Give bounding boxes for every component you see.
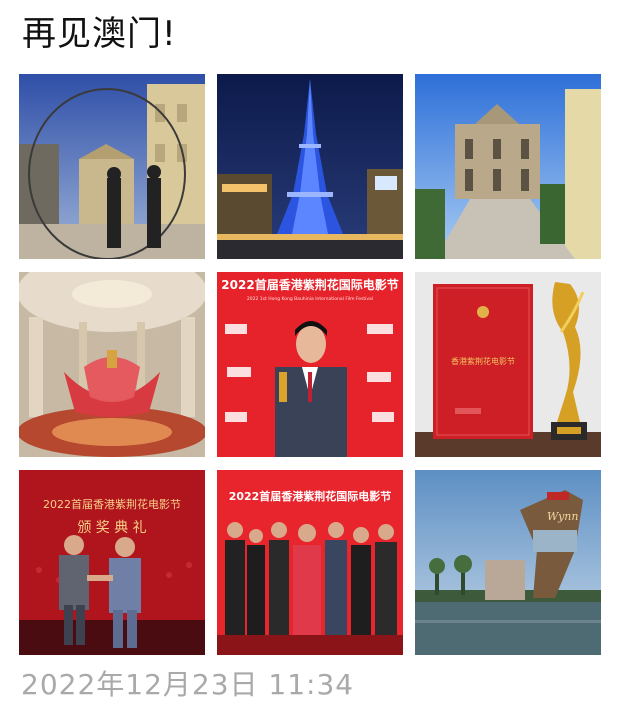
photo-award-group[interactable]: 2022首届香港紫荆花国际电影节	[217, 470, 403, 655]
award-banner-text: 2022首届香港紫荆花国际电影节	[221, 277, 398, 292]
photo-eiffel-tower-night[interactable]	[217, 74, 403, 259]
photo-certificate-trophy[interactable]: 香港紫荆花电影节	[415, 272, 601, 457]
stage-banner-text: 2022首届香港紫荆花电影节	[43, 497, 181, 511]
photo-award-man-red-backdrop[interactable]: 2022首届香港紫荆花国际电影节 2022 1st Hong Kong Bauh…	[217, 272, 403, 457]
post-timestamp: 2022年12月23日 11:34	[21, 668, 355, 701]
photo-award-handshake-stage[interactable]: 2022首届香港紫荆花电影节 颁 奖 典 礼	[19, 470, 205, 655]
certificate-text: 香港紫荆花电影节	[451, 356, 515, 366]
photo-silhouette-arch[interactable]	[19, 74, 205, 259]
stage-caption-text: 颁 奖 典 礼	[77, 519, 146, 536]
post-text: 再见澳门!	[22, 14, 177, 54]
group-banner-text: 2022首届香港紫荆花国际电影节	[229, 489, 392, 503]
award-banner-subtext: 2022 1st Hong Kong Bauhinia Internationa…	[247, 296, 373, 302]
wynn-sign-text: Wynn	[547, 510, 578, 523]
photo-ruins-st-paul[interactable]	[415, 74, 601, 259]
photo-lotus-sculpture[interactable]	[19, 272, 205, 457]
photo-wynn-lake[interactable]: Wynn	[415, 470, 601, 655]
